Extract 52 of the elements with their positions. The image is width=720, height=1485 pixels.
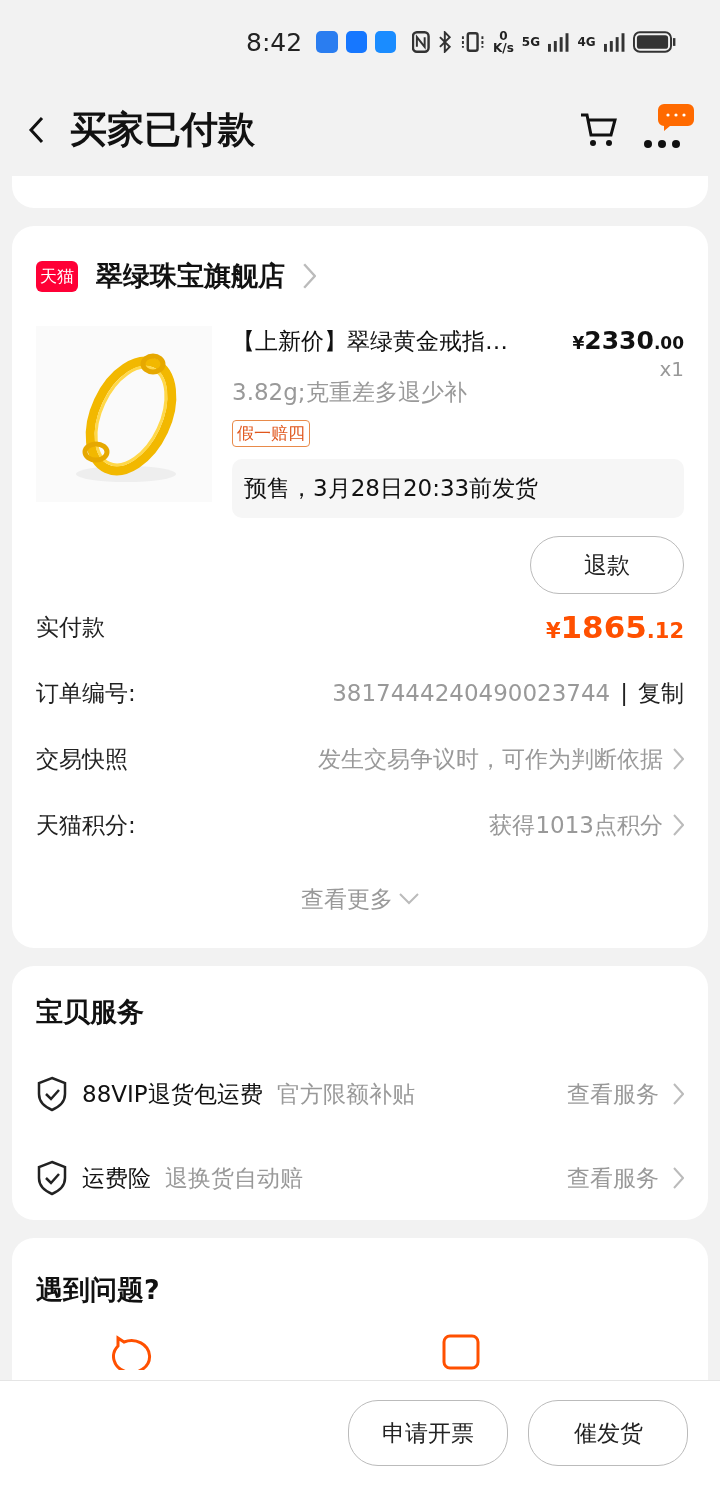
chat-icon[interactable]: [112, 1334, 152, 1370]
paid-amount: ¥1865.12: [545, 609, 684, 645]
bluetooth-icon: [438, 31, 452, 53]
app-notification-icon: [345, 31, 367, 53]
shield-check-icon: [36, 1076, 68, 1112]
product-quantity: x1: [659, 357, 684, 381]
product-title[interactable]: 【上新价】翠绿黄金戒指…: [232, 326, 508, 357]
action-button[interactable]: 催发货: [528, 1400, 688, 1466]
service-name: 88VIP退货包运费: [82, 1079, 263, 1109]
order-number: 3817444240490023744: [332, 680, 611, 706]
chevron-right-icon: [673, 1083, 684, 1105]
section-title: 宝贝服务: [36, 995, 145, 1029]
copy-link[interactable]: 复制: [638, 677, 684, 709]
detail-label: 订单编号:: [36, 678, 136, 708]
refund-button[interactable]: 退款: [530, 536, 684, 594]
battery-icon: [633, 31, 676, 53]
chevron-right-icon: [673, 814, 684, 836]
store-badge: 天猫: [36, 260, 78, 292]
service-note: 退换货自动赔: [165, 1163, 304, 1193]
back-icon[interactable]: [28, 116, 44, 144]
chevron-right-icon: [673, 1167, 684, 1189]
signal-icon: [548, 32, 570, 52]
shipping-note: 预售，3月28日20:33前发货: [232, 459, 684, 518]
detail-label: 天猫积分:: [36, 810, 136, 840]
chevron-down-icon: [399, 893, 419, 905]
chevron-right-icon: [303, 263, 316, 289]
vibrate-icon: [459, 31, 485, 53]
separator: |: [620, 680, 628, 706]
chevron-right-icon: [673, 748, 684, 770]
app-notification-icon: [375, 31, 397, 53]
network-type: 4G: [577, 36, 596, 48]
signal-icon: [603, 32, 626, 52]
product-price: ¥2330.00: [572, 326, 684, 355]
service-name: 运费险: [82, 1163, 151, 1193]
product-spec: 3.82g;克重差多退少补: [232, 378, 468, 407]
net-speed-unit: K/s: [493, 42, 514, 54]
cart-icon[interactable]: [580, 112, 618, 148]
page-title: 买家已付款: [70, 107, 256, 153]
status-time: 8:42: [246, 27, 303, 57]
guarantee-tag: 假一赔四: [232, 420, 310, 447]
service-note: 官方限额补贴: [276, 1079, 416, 1109]
store-name[interactable]: 翠绿珠宝旗舰店: [96, 258, 285, 294]
shield-check-icon: [36, 1160, 68, 1196]
action-button[interactable]: 申请开票: [348, 1400, 508, 1466]
detail-label: 实付款: [36, 612, 105, 642]
app-notification-icon: [316, 31, 338, 53]
complaint-icon[interactable]: [442, 1334, 482, 1370]
net-speed-value: 0: [499, 30, 508, 42]
network-type: 5G: [521, 36, 540, 48]
nfc-icon: [412, 31, 430, 53]
detail-label: 交易快照: [36, 744, 128, 774]
section-title: 遇到问题?: [36, 1273, 161, 1307]
